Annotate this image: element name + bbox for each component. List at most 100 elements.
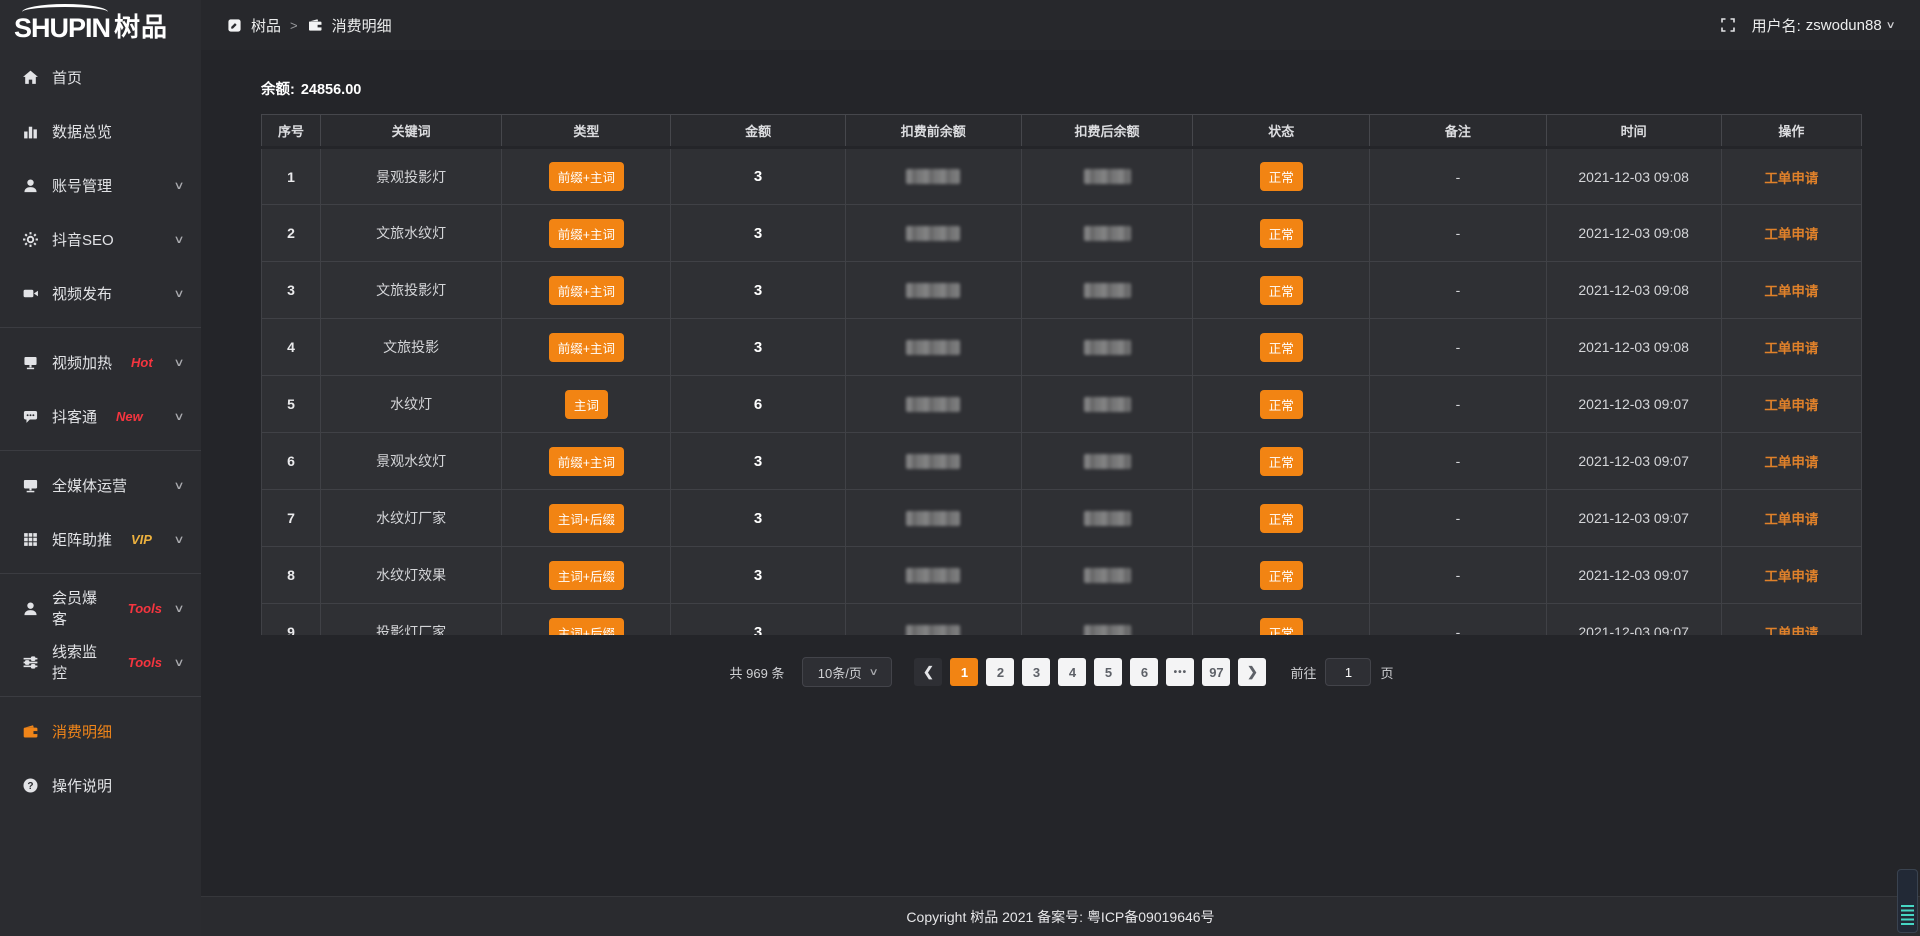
cell-amount: 3 bbox=[671, 433, 845, 490]
sidebar-divider bbox=[0, 450, 201, 451]
table-row: 2文旅水纹灯前缀+主词3正常-2021-12-03 09:08工单申请 bbox=[262, 205, 1862, 262]
cell-status: 正常 bbox=[1193, 148, 1370, 205]
chart-icon bbox=[22, 123, 39, 140]
username-value: zswodun88 bbox=[1806, 17, 1882, 34]
cell-index: 2 bbox=[262, 205, 321, 262]
type-badge: 前缀+主词 bbox=[549, 333, 624, 362]
balance-summary: 余额:24856.00 bbox=[261, 78, 1862, 99]
page-button-5[interactable]: 5 bbox=[1094, 658, 1122, 686]
sidebar-item-matrix-boost[interactable]: 矩阵助推VIP∨ bbox=[0, 512, 201, 566]
redacted-balance-before bbox=[906, 568, 960, 583]
redacted-balance-before bbox=[906, 511, 960, 526]
redacted-balance-after bbox=[1084, 511, 1131, 526]
work-order-link[interactable]: 工单申请 bbox=[1764, 626, 1818, 635]
sidebar-item-home[interactable]: 首页 bbox=[0, 50, 201, 104]
sliders-icon bbox=[22, 654, 39, 671]
page-button-97[interactable]: 97 bbox=[1202, 658, 1230, 686]
table-row: 7水纹灯厂家主词+后缀3正常-2021-12-03 09:07工单申请 bbox=[262, 490, 1862, 547]
page-button-3[interactable]: 3 bbox=[1022, 658, 1050, 686]
sidebar-item-douyin-seo[interactable]: 抖音SEO∨ bbox=[0, 212, 201, 266]
main-content: 余额:24856.00 序号关键词类型金额扣费前余额扣费后余额状态备注时间操作 … bbox=[201, 50, 1920, 896]
redacted-balance-after bbox=[1084, 283, 1131, 298]
cell-index: 1 bbox=[262, 148, 321, 205]
sidebar-item-account-management[interactable]: 账号管理∨ bbox=[0, 158, 201, 212]
page-button-4[interactable]: 4 bbox=[1058, 658, 1086, 686]
logo: SHUPIN 树品 bbox=[0, 0, 201, 44]
cell-action: 工单申请 bbox=[1721, 604, 1861, 636]
fullscreen-icon[interactable] bbox=[1720, 17, 1736, 33]
type-badge: 主词+后缀 bbox=[549, 561, 624, 590]
video-icon bbox=[22, 285, 39, 302]
work-order-link[interactable]: 工单申请 bbox=[1764, 398, 1818, 413]
goto-label: 前往 bbox=[1290, 663, 1316, 682]
status-badge: 正常 bbox=[1260, 276, 1303, 305]
cell-balance-after bbox=[1021, 604, 1192, 636]
cell-index: 4 bbox=[262, 319, 321, 376]
cell-balance-before bbox=[845, 376, 1021, 433]
cell-status: 正常 bbox=[1193, 547, 1370, 604]
chevron-down-icon: ∨ bbox=[173, 287, 184, 300]
redacted-balance-after bbox=[1084, 568, 1131, 583]
column-header: 备注 bbox=[1370, 115, 1546, 148]
total-count: 共 969 条 bbox=[730, 663, 785, 682]
cell-index: 8 bbox=[262, 547, 321, 604]
work-order-link[interactable]: 工单申请 bbox=[1764, 171, 1818, 186]
cell-remark: - bbox=[1370, 376, 1546, 433]
sidebar-item-clue-monitor[interactable]: 线索监控Tools∨ bbox=[0, 635, 201, 689]
cell-action: 工单申请 bbox=[1721, 433, 1861, 490]
sidebar-item-operation-guide[interactable]: ?操作说明 bbox=[0, 758, 201, 812]
page-unit-label: 页 bbox=[1380, 663, 1393, 682]
sidebar-item-video-heat[interactable]: 视频加热Hot∨ bbox=[0, 335, 201, 389]
cell-status: 正常 bbox=[1193, 319, 1370, 376]
sidebar-item-douketong[interactable]: 抖客通New∨ bbox=[0, 389, 201, 443]
next-page-button[interactable]: ❯ bbox=[1238, 658, 1266, 686]
work-order-link[interactable]: 工单申请 bbox=[1764, 341, 1818, 356]
cell-amount: 3 bbox=[671, 319, 845, 376]
more-pages-button[interactable]: ••• bbox=[1166, 658, 1194, 686]
cell-index: 3 bbox=[262, 262, 321, 319]
work-order-link[interactable]: 工单申请 bbox=[1764, 284, 1818, 299]
table-header-row: 序号关键词类型金额扣费前余额扣费后余额状态备注时间操作 bbox=[262, 115, 1862, 148]
cell-time: 2021-12-03 09:08 bbox=[1546, 205, 1721, 262]
cell-keyword: 文旅投影灯 bbox=[321, 262, 502, 319]
sidebar-item-data-overview[interactable]: 数据总览 bbox=[0, 104, 201, 158]
work-order-link[interactable]: 工单申请 bbox=[1764, 455, 1818, 470]
page-size-select[interactable]: 10条/页 ∨ bbox=[802, 657, 892, 687]
cell-amount: 3 bbox=[671, 205, 845, 262]
work-order-link[interactable]: 工单申请 bbox=[1764, 569, 1818, 584]
redacted-balance-after bbox=[1084, 340, 1131, 355]
page-button-2[interactable]: 2 bbox=[986, 658, 1014, 686]
cell-amount: 3 bbox=[671, 547, 845, 604]
sidebar-divider bbox=[0, 327, 201, 328]
cell-amount: 3 bbox=[671, 262, 845, 319]
sidebar-item-member-burst[interactable]: 会员爆客Tools∨ bbox=[0, 581, 201, 635]
sidebar-item-video-publish[interactable]: 视频发布∨ bbox=[0, 266, 201, 320]
breadcrumb-current[interactable]: 消费明细 bbox=[332, 15, 392, 36]
prev-page-button[interactable]: ❮ bbox=[914, 658, 942, 686]
cell-amount: 3 bbox=[671, 148, 845, 205]
sidebar-item-consumption-detail[interactable]: 消费明细 bbox=[0, 704, 201, 758]
cell-balance-after bbox=[1021, 148, 1192, 205]
cell-balance-before bbox=[845, 433, 1021, 490]
cell-amount: 3 bbox=[671, 490, 845, 547]
cell-time: 2021-12-03 09:07 bbox=[1546, 547, 1721, 604]
sidebar-item-all-media-operation[interactable]: 全媒体运营∨ bbox=[0, 458, 201, 512]
breadcrumb-root[interactable]: 树品 bbox=[251, 15, 281, 36]
cell-keyword: 景观投影灯 bbox=[321, 148, 502, 205]
cell-action: 工单申请 bbox=[1721, 376, 1861, 433]
goto-page-input[interactable] bbox=[1325, 658, 1371, 686]
work-order-link[interactable]: 工单申请 bbox=[1764, 227, 1818, 242]
user-menu[interactable]: 用户名: zswodun88 ∨ bbox=[1752, 15, 1894, 36]
cell-time: 2021-12-03 09:07 bbox=[1546, 433, 1721, 490]
cell-remark: - bbox=[1370, 490, 1546, 547]
work-order-link[interactable]: 工单申请 bbox=[1764, 512, 1818, 527]
cell-index: 5 bbox=[262, 376, 321, 433]
floating-widget-handle[interactable] bbox=[1897, 869, 1918, 933]
cell-remark: - bbox=[1370, 433, 1546, 490]
chevron-down-icon: ∨ bbox=[173, 479, 184, 492]
cell-balance-before bbox=[845, 319, 1021, 376]
page-button-6[interactable]: 6 bbox=[1130, 658, 1158, 686]
cell-balance-before bbox=[845, 205, 1021, 262]
type-badge: 前缀+主词 bbox=[549, 219, 624, 248]
page-button-1[interactable]: 1 bbox=[950, 658, 978, 686]
